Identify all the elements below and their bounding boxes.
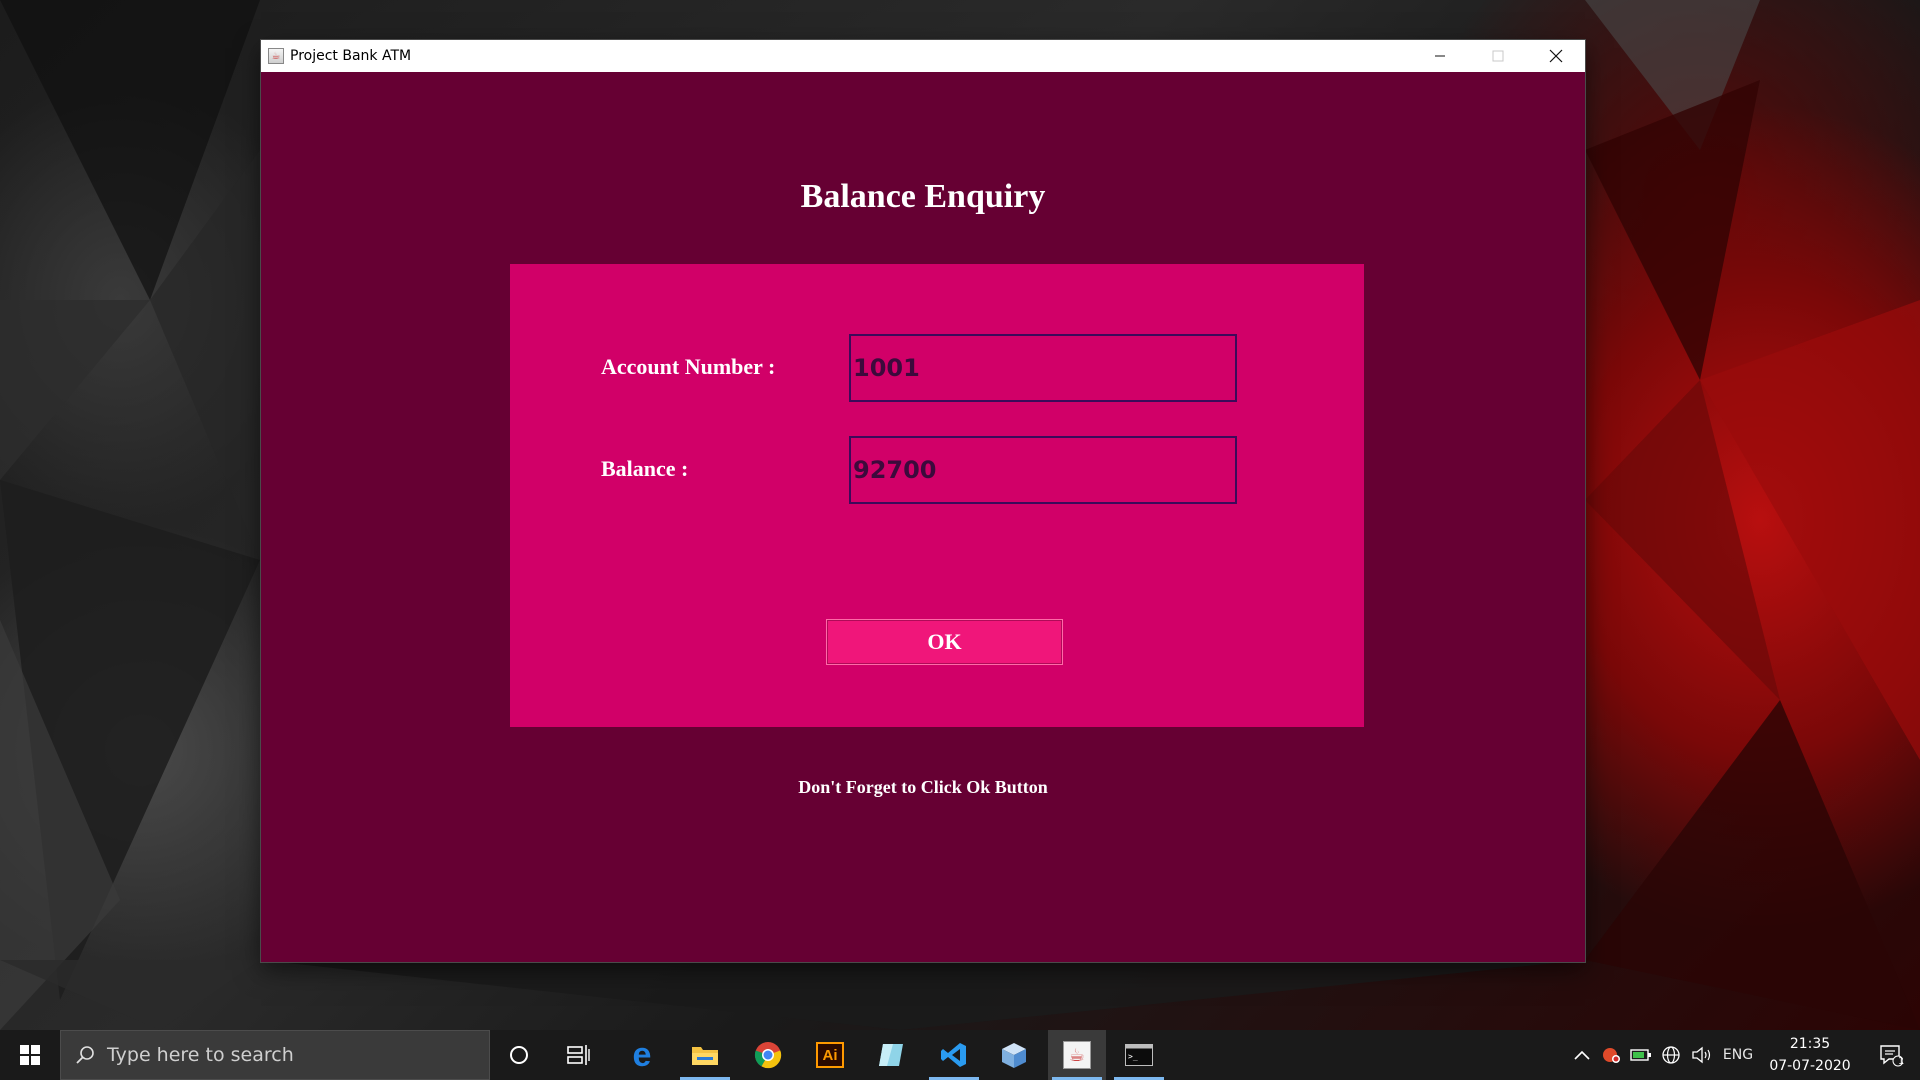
virtualbox-button[interactable] — [985, 1030, 1043, 1080]
file-explorer-button[interactable] — [676, 1030, 734, 1080]
notification-button[interactable]: 1 — [1862, 1030, 1920, 1080]
window-title: Project Bank ATM — [290, 48, 412, 64]
volume-button[interactable] — [1688, 1030, 1716, 1080]
clock[interactable]: 21:35 07-07-2020 — [1760, 1030, 1860, 1080]
vscode-button[interactable] — [925, 1030, 983, 1080]
java-icon: ☕ — [268, 48, 284, 64]
close-button[interactable] — [1527, 40, 1585, 72]
vscode-icon — [941, 1043, 966, 1067]
balance-label: Balance : — [601, 456, 689, 481]
chrome-icon — [754, 1042, 782, 1069]
start-button[interactable] — [0, 1030, 60, 1080]
cortana-icon — [510, 1046, 528, 1064]
chevron-up-icon — [1574, 1050, 1590, 1060]
tray-app-button[interactable] — [1598, 1030, 1624, 1080]
network-button[interactable] — [1658, 1030, 1684, 1080]
volume-icon — [1692, 1046, 1711, 1064]
search-icon — [75, 1045, 95, 1065]
app-window: ☕ Project Bank ATM Balance Enquiry Accou… — [261, 40, 1585, 962]
cortana-button[interactable] — [490, 1030, 548, 1080]
java-app-button[interactable]: ☕ — [1048, 1030, 1106, 1080]
terminal-icon: >_ — [1125, 1044, 1153, 1066]
task-view-icon — [567, 1045, 590, 1065]
antivirus-icon — [1603, 1048, 1620, 1063]
app-button[interactable] — [862, 1030, 920, 1080]
illustrator-icon: Ai — [816, 1042, 844, 1068]
task-view-button[interactable] — [550, 1030, 608, 1080]
app-icon — [879, 1044, 903, 1066]
balance-form-panel: Account Number : 1001 Balance : 92700 OK — [510, 264, 1364, 727]
maximize-button[interactable] — [1469, 40, 1527, 72]
language-indicator[interactable]: ENG — [1720, 1030, 1756, 1080]
page-title: Balance Enquiry — [800, 178, 1046, 215]
chrome-button[interactable] — [739, 1030, 797, 1080]
globe-icon — [1662, 1046, 1680, 1064]
ok-button[interactable]: OK — [826, 619, 1063, 665]
clock-time: 21:35 — [1789, 1036, 1831, 1052]
maximize-icon — [1492, 50, 1504, 62]
battery-icon — [1630, 1049, 1651, 1061]
account-number-field[interactable]: 1001 — [849, 334, 1237, 402]
virtualbox-icon — [1002, 1043, 1026, 1068]
windows-icon — [20, 1045, 40, 1065]
account-number-label: Account Number : — [601, 354, 776, 379]
show-hidden-icons-button[interactable] — [1570, 1030, 1594, 1080]
balance-field[interactable]: 92700 — [849, 436, 1237, 504]
title-bar[interactable]: ☕ Project Bank ATM — [261, 40, 1585, 72]
minimize-icon — [1435, 55, 1445, 57]
taskbar: Type here to search e Ai ☕ >_ ENG 21:35 … — [0, 1030, 1920, 1080]
notification-count: 1 — [1898, 1056, 1905, 1067]
terminal-button[interactable]: >_ — [1110, 1030, 1168, 1080]
close-icon — [1549, 49, 1563, 63]
file-explorer-icon — [692, 1047, 718, 1065]
minimize-button[interactable] — [1411, 40, 1469, 72]
edge-icon: e — [632, 1036, 652, 1074]
clock-date: 07-07-2020 — [1769, 1058, 1851, 1074]
edge-button[interactable]: e — [613, 1030, 671, 1080]
illustrator-button[interactable]: Ai — [801, 1030, 859, 1080]
search-placeholder: Type here to search — [107, 1044, 294, 1066]
svg-text:>_: >_ — [1128, 1052, 1138, 1061]
search-box[interactable]: Type here to search — [60, 1030, 490, 1080]
java-icon: ☕ — [1063, 1041, 1091, 1069]
footer-note: Don't Forget to Click Ok Button — [798, 777, 1048, 797]
battery-button[interactable] — [1628, 1030, 1654, 1080]
